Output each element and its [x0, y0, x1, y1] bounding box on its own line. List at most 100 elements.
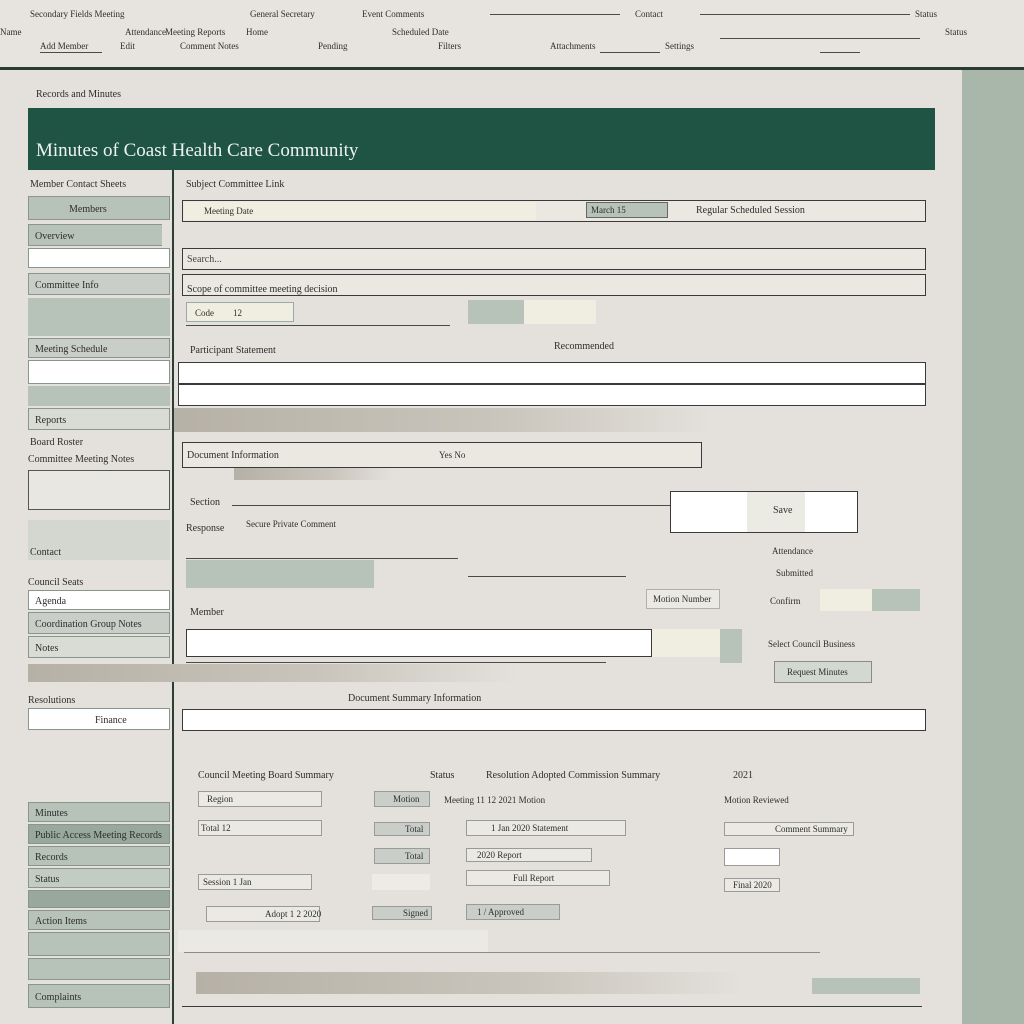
sidebar-item-action-items[interactable]: Action Items — [28, 910, 170, 930]
menu-item[interactable]: Settings — [665, 42, 694, 51]
menu-item[interactable]: Event Comments — [362, 10, 424, 19]
sidebar-item-contact[interactable]: Contact — [30, 548, 61, 558]
cell-text: Full Report — [513, 873, 555, 883]
sidebar-item-gap[interactable] — [28, 890, 170, 908]
sidebar-item-notes[interactable]: Notes — [28, 636, 170, 658]
footer-button[interactable] — [812, 978, 920, 994]
menu-item[interactable]: Secondary Fields Meeting — [30, 10, 124, 19]
sidebar-item-members[interactable]: Members — [28, 196, 170, 220]
confirm-field[interactable] — [820, 589, 872, 611]
sidebar-item-committee-notes[interactable]: Committee Meeting Notes — [28, 455, 134, 465]
table-cell[interactable]: Adopt 1 2 2020 — [206, 906, 321, 922]
cell-text: Session 1 Jan — [203, 877, 252, 887]
sidebar-item-blank[interactable] — [28, 248, 170, 268]
sidebar-item-label: Minutes — [35, 808, 68, 819]
table-header: Council Meeting Board Summary — [198, 770, 334, 781]
cell-text: Total 12 — [201, 823, 231, 833]
menu-item[interactable]: Filters — [438, 42, 461, 51]
sidebar-item-minutes[interactable]: Minutes — [28, 802, 170, 822]
table-cell[interactable] — [724, 848, 780, 866]
meeting-date-label: Meeting Date — [204, 206, 254, 216]
meeting-date-field[interactable]: Meeting Date — [184, 202, 536, 220]
request-minutes-label: Request Minutes — [787, 667, 848, 677]
page-banner: Minutes of Coast Health Care Community — [28, 108, 935, 170]
table-cell[interactable]: Total — [374, 822, 430, 836]
confirm-label: Confirm — [770, 596, 801, 606]
menu-item[interactable]: Add Member — [40, 42, 88, 51]
save-box[interactable]: Save — [670, 491, 858, 533]
dropdown-alt: Yes No — [439, 450, 466, 460]
color-swatch[interactable] — [524, 300, 596, 324]
member-input-end[interactable] — [652, 629, 720, 657]
table-cell[interactable] — [372, 874, 430, 890]
breadcrumb[interactable]: Records and Minutes — [36, 90, 121, 100]
sidebar-item-complaints[interactable]: Complaints — [28, 984, 170, 1008]
menu-item[interactable]: Attachments — [550, 42, 596, 51]
sidebar-panel — [28, 298, 170, 336]
menu-item[interactable]: General Secretary — [250, 10, 315, 19]
table-cell[interactable]: Full Report — [466, 870, 610, 886]
sidebar-item-extra[interactable] — [28, 932, 170, 956]
selected-session[interactable]: Regular Scheduled Session — [696, 206, 805, 216]
scope-row: Scope of committee meeting decision — [182, 274, 926, 296]
document-dropdown[interactable]: Document Information Yes No — [182, 442, 702, 468]
scope-label: Scope of committee meeting decision — [187, 284, 338, 295]
menu-item[interactable]: Comment Notes — [180, 42, 239, 51]
date-value: March 15 — [591, 205, 626, 215]
sidebar-item-records[interactable]: Records — [28, 846, 170, 866]
sidebar-item-resolutions[interactable]: Resolutions — [28, 696, 75, 706]
statement-input[interactable] — [178, 362, 926, 384]
sidebar-textarea[interactable] — [28, 470, 170, 510]
sidebar-item-meeting-schedule[interactable]: Meeting Schedule — [28, 338, 170, 358]
table-cell[interactable]: Signed — [372, 906, 432, 920]
table-cell[interactable]: 1 Jan 2020 Statement — [466, 820, 626, 836]
menu-item[interactable]: Status — [945, 28, 967, 37]
search-input[interactable]: Search... — [182, 248, 926, 270]
confirm-button[interactable] — [872, 589, 920, 611]
date-picker[interactable]: March 15 — [586, 202, 668, 218]
menu-item[interactable]: Edit — [120, 42, 135, 51]
request-minutes-button[interactable]: Request Minutes — [774, 661, 872, 683]
summary-input[interactable] — [182, 709, 926, 731]
color-swatch[interactable] — [468, 300, 524, 324]
sidebar-item-agenda[interactable]: Agenda — [28, 590, 170, 610]
menu-item[interactable]: Attendance — [125, 28, 166, 37]
table-cell[interactable]: 2020 Report — [466, 848, 592, 862]
motion-number-button[interactable]: Motion Number — [646, 589, 720, 609]
save-button[interactable]: Save — [747, 492, 805, 532]
menu-item[interactable]: Status — [915, 10, 937, 19]
attendance-bar[interactable] — [186, 560, 374, 588]
sidebar-item-committee-info[interactable]: Committee Info — [28, 273, 170, 295]
sidebar-input[interactable] — [28, 360, 170, 384]
sidebar-item-status[interactable]: Status — [28, 868, 170, 888]
recommended-option[interactable]: Recommended — [554, 342, 614, 352]
table-cell[interactable]: Final 2020 — [724, 878, 780, 892]
table-cell[interactable]: Motion — [374, 791, 430, 807]
menu-item[interactable]: Name — [0, 28, 22, 37]
sidebar-item-board-roster[interactable]: Board Roster — [30, 438, 83, 448]
sidebar-item-coordination[interactable]: Coordination Group Notes — [28, 612, 170, 634]
cell-text: 1 Jan 2020 Statement — [491, 823, 569, 833]
table-cell[interactable]: Region — [198, 791, 322, 807]
code-field[interactable]: Code 12 — [186, 302, 294, 322]
menu-item[interactable]: Contact — [635, 10, 663, 19]
top-menu-bar: Secondary Fields Meeting General Secreta… — [0, 0, 1024, 68]
table-cell[interactable]: Session 1 Jan — [198, 874, 312, 890]
sidebar-item-overview[interactable]: Overview — [28, 224, 162, 246]
table-cell[interactable]: Total — [374, 848, 430, 864]
statement-input-2[interactable] — [178, 384, 926, 406]
table-cell[interactable]: 1 / Approved — [466, 904, 560, 920]
sidebar-item-reports[interactable]: Reports — [28, 408, 170, 430]
sidebar-item-council-seats[interactable]: Council Seats — [28, 578, 83, 588]
sidebar-search[interactable]: Finance — [28, 708, 170, 730]
menu-item[interactable]: Pending — [318, 42, 348, 51]
table-cell[interactable]: Total 12 — [198, 820, 322, 836]
menu-item[interactable]: Scheduled Date — [392, 28, 449, 37]
member-input[interactable] — [186, 629, 652, 657]
sidebar-item-public-access[interactable]: Public Access Meeting Records — [28, 824, 170, 844]
menu-item[interactable]: Home — [246, 28, 268, 37]
code-value: 12 — [233, 308, 242, 318]
menu-item[interactable]: Meeting Reports — [165, 28, 225, 37]
table-cell[interactable]: Comment Summary — [724, 822, 854, 836]
sidebar-item-extra[interactable] — [28, 958, 170, 980]
